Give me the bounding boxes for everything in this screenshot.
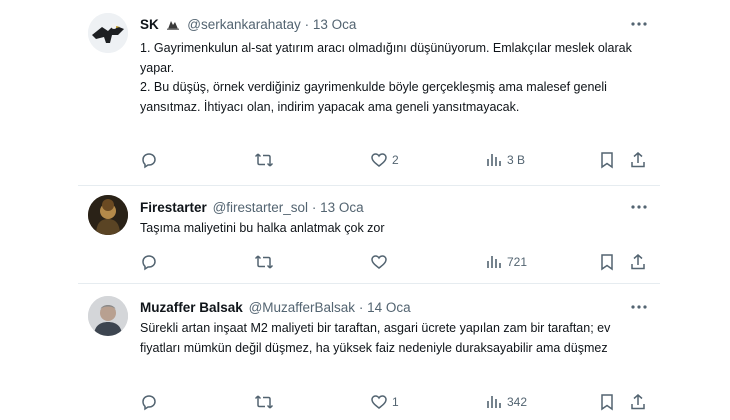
share-button[interactable] <box>630 392 646 412</box>
like-icon <box>370 393 388 411</box>
retweet-icon <box>254 393 274 411</box>
share-icon <box>630 253 646 271</box>
bookmark-icon <box>599 151 615 169</box>
tweet-text: 1. Gayrimenkulun al-sat yatırım aracı ol… <box>140 39 640 117</box>
share-button[interactable] <box>630 252 646 272</box>
bookmark-button[interactable] <box>599 392 615 412</box>
tweet-date[interactable]: 14 Oca <box>367 300 411 315</box>
tweet[interactable]: Firestarter @firestarter_sol · 13 Oca Ta… <box>0 186 730 283</box>
firestarter-avatar-image <box>88 195 128 235</box>
reply-button[interactable] <box>140 392 162 412</box>
reply-icon <box>140 253 158 271</box>
views-button[interactable]: 3 B <box>485 150 525 170</box>
views-count: 721 <box>507 255 528 269</box>
like-button[interactable]: 2 <box>370 150 399 170</box>
share-button[interactable] <box>630 150 646 170</box>
tweet-date[interactable]: 13 Oca <box>320 200 364 215</box>
eagle-avatar-image <box>88 13 128 53</box>
retweet-button[interactable] <box>254 392 278 412</box>
tweet-header: Firestarter @firestarter_sol · 13 Oca <box>140 199 364 217</box>
share-icon <box>630 151 646 169</box>
muzaffer-avatar-image <box>88 296 128 336</box>
share-icon <box>630 393 646 411</box>
tweet-header: SK @serkankarahatay · 13 Oca <box>140 16 356 34</box>
avatar[interactable] <box>88 296 128 336</box>
more-icon[interactable] <box>628 299 650 315</box>
like-button[interactable]: 1 <box>370 392 399 412</box>
more-icon[interactable] <box>628 199 650 215</box>
views-icon <box>485 393 503 411</box>
like-icon <box>370 253 388 271</box>
author-handle[interactable]: @MuzafferBalsak <box>249 300 356 315</box>
tweet-body: 1. Gayrimenkulun al-sat yatırım aracı ol… <box>140 41 632 114</box>
tweet[interactable]: Muzaffer Balsak @MuzafferBalsak · 14 Oca… <box>0 284 730 420</box>
retweet-icon <box>254 253 274 271</box>
more-icon[interactable] <box>628 16 650 32</box>
author-name[interactable]: SK <box>140 17 159 32</box>
separator-dot: · <box>358 300 364 315</box>
author-name[interactable]: Muzaffer Balsak <box>140 300 243 315</box>
author-handle[interactable]: @serkankarahatay <box>187 17 301 32</box>
tweet-actions: 2 3 B <box>0 150 730 170</box>
author-name[interactable]: Firestarter <box>140 200 207 215</box>
tweet-body: Sürekli artan inşaat M2 maliyeti bir tar… <box>140 321 611 355</box>
views-button[interactable]: 721 <box>485 252 527 272</box>
reply-icon <box>140 151 158 169</box>
retweet-icon <box>254 151 274 169</box>
author-handle[interactable]: @firestarter_sol <box>213 200 308 215</box>
retweet-button[interactable] <box>254 150 278 170</box>
tweet-actions: 1 342 <box>0 392 730 412</box>
reply-icon <box>140 393 158 411</box>
tweet-text: Sürekli artan inşaat M2 maliyeti bir tar… <box>140 319 645 358</box>
like-count: 2 <box>392 153 399 167</box>
retweet-button[interactable] <box>254 252 278 272</box>
tweet-text: Taşıma maliyetini bu halka anlatmak çok … <box>140 219 640 239</box>
views-button[interactable]: 342 <box>485 392 527 412</box>
separator-dot: · <box>311 200 317 215</box>
tweet-body: Taşıma maliyetini bu halka anlatmak çok … <box>140 221 385 235</box>
tweet-feed: SK @serkankarahatay · 13 Oca 1. Gayrimen… <box>0 0 730 420</box>
views-icon <box>485 253 503 271</box>
verified-badge-icon <box>166 17 180 36</box>
views-icon <box>485 151 503 169</box>
reply-button[interactable] <box>140 252 162 272</box>
avatar[interactable] <box>88 13 128 53</box>
separator-dot: · <box>304 17 310 32</box>
like-icon <box>370 151 388 169</box>
avatar[interactable] <box>88 195 128 235</box>
bookmark-icon <box>599 253 615 271</box>
tweet-date[interactable]: 13 Oca <box>313 17 357 32</box>
bookmark-button[interactable] <box>599 252 615 272</box>
tweet-actions: 721 <box>0 252 730 272</box>
tweet[interactable]: SK @serkankarahatay · 13 Oca 1. Gayrimen… <box>0 0 730 185</box>
tweet-header: Muzaffer Balsak @MuzafferBalsak · 14 Oca <box>140 299 411 317</box>
reply-button[interactable] <box>140 150 162 170</box>
like-count: 1 <box>392 395 399 409</box>
like-button[interactable] <box>370 252 392 272</box>
bookmark-icon <box>599 393 615 411</box>
views-count: 3 B <box>507 153 526 167</box>
views-count: 342 <box>507 395 528 409</box>
bookmark-button[interactable] <box>599 150 615 170</box>
